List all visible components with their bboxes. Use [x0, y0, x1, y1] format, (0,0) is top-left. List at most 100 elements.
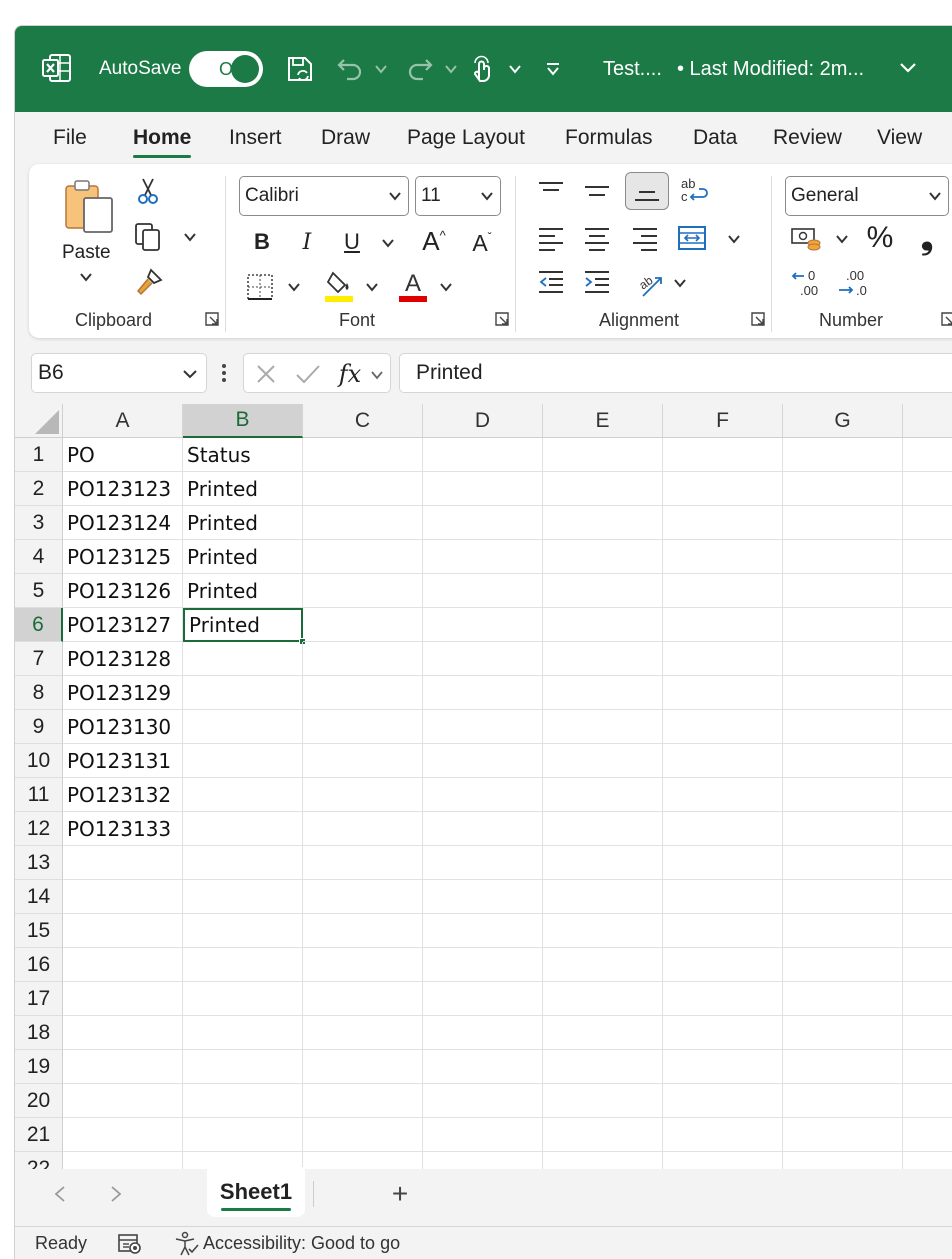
cell[interactable] — [63, 1084, 183, 1118]
cell[interactable] — [63, 914, 183, 948]
cell[interactable] — [903, 574, 952, 608]
italic-icon[interactable]: I — [292, 226, 322, 258]
cell[interactable] — [783, 574, 903, 608]
cell[interactable] — [303, 880, 423, 914]
cell[interactable] — [663, 1050, 783, 1084]
cell[interactable] — [303, 438, 423, 472]
row-header[interactable]: 5 — [15, 574, 63, 608]
font-launcher-icon[interactable] — [495, 312, 509, 326]
underline-dropdown-icon[interactable] — [379, 234, 397, 252]
cell[interactable] — [543, 676, 663, 710]
confirm-entry-icon[interactable] — [294, 362, 322, 386]
cell[interactable] — [783, 880, 903, 914]
cell[interactable]: PO123129 — [63, 676, 183, 710]
tab-formulas[interactable]: Formulas — [565, 126, 653, 150]
cell[interactable] — [903, 812, 952, 846]
cell[interactable]: PO123131 — [63, 744, 183, 778]
cell[interactable] — [903, 438, 952, 472]
paste-dropdown-icon[interactable] — [77, 268, 95, 286]
cell[interactable] — [303, 1016, 423, 1050]
cell[interactable] — [183, 982, 303, 1016]
middle-align-icon[interactable] — [581, 176, 613, 208]
cell[interactable] — [423, 812, 543, 846]
cell[interactable] — [183, 948, 303, 982]
cell[interactable] — [183, 846, 303, 880]
touch-mode-icon[interactable] — [465, 52, 499, 86]
cell[interactable] — [423, 676, 543, 710]
cell[interactable] — [423, 574, 543, 608]
cell[interactable]: Printed — [183, 506, 303, 540]
cell[interactable] — [423, 506, 543, 540]
cell[interactable] — [543, 608, 663, 642]
orientation-dropdown-icon[interactable] — [671, 274, 689, 292]
formula-bar-grip-icon[interactable] — [215, 360, 233, 386]
cell[interactable] — [663, 676, 783, 710]
macro-recording-icon[interactable] — [117, 1231, 143, 1257]
column-header[interactable]: C — [303, 404, 423, 438]
cell[interactable] — [663, 472, 783, 506]
cell[interactable] — [903, 778, 952, 812]
row-header[interactable]: 17 — [15, 982, 63, 1016]
cell[interactable]: PO123123 — [63, 472, 183, 506]
increase-decimal-icon[interactable]: 0.00 — [789, 266, 823, 300]
copy-dropdown-icon[interactable] — [181, 228, 199, 246]
touch-dropdown-icon[interactable] — [507, 61, 523, 77]
cell[interactable] — [663, 1084, 783, 1118]
cell[interactable] — [303, 982, 423, 1016]
cell[interactable] — [663, 710, 783, 744]
cell[interactable] — [903, 642, 952, 676]
cell[interactable] — [63, 1152, 183, 1169]
row-header[interactable]: 3 — [15, 506, 63, 540]
cell[interactable] — [423, 948, 543, 982]
borders-dropdown-icon[interactable] — [285, 278, 303, 296]
undo-dropdown-icon[interactable] — [373, 61, 389, 77]
cell[interactable] — [183, 642, 303, 676]
cell[interactable]: PO — [63, 438, 183, 472]
cell[interactable] — [663, 642, 783, 676]
cell[interactable] — [783, 438, 903, 472]
tab-file[interactable]: File — [53, 126, 87, 150]
decrease-font-size-icon[interactable]: Aˇ — [465, 226, 499, 260]
row-header[interactable]: 8 — [15, 676, 63, 710]
cell[interactable] — [543, 1152, 663, 1169]
cell[interactable] — [663, 880, 783, 914]
column-header[interactable]: A — [63, 404, 183, 438]
cell[interactable] — [423, 642, 543, 676]
cell[interactable] — [903, 846, 952, 880]
accounting-format-icon[interactable] — [789, 222, 823, 254]
save-sync-icon[interactable] — [283, 52, 317, 86]
cell[interactable] — [903, 472, 952, 506]
cell[interactable] — [183, 812, 303, 846]
cell[interactable] — [903, 914, 952, 948]
cell[interactable] — [783, 608, 903, 642]
column-header[interactable]: D — [423, 404, 543, 438]
cell[interactable] — [663, 982, 783, 1016]
cell[interactable] — [543, 574, 663, 608]
cell[interactable] — [783, 914, 903, 948]
cell[interactable] — [783, 778, 903, 812]
number-format-combo[interactable]: General — [785, 176, 949, 216]
cell[interactable] — [663, 1016, 783, 1050]
orientation-icon[interactable]: ab — [633, 266, 667, 300]
cell[interactable] — [303, 1050, 423, 1084]
cell[interactable]: Printed — [183, 574, 303, 608]
row-header[interactable]: 12 — [15, 812, 63, 846]
row-header[interactable]: 7 — [15, 642, 63, 676]
row-header[interactable]: 16 — [15, 948, 63, 982]
row-header[interactable]: 10 — [15, 744, 63, 778]
cell[interactable] — [783, 1084, 903, 1118]
decrease-indent-icon[interactable] — [535, 266, 567, 298]
column-header[interactable]: E — [543, 404, 663, 438]
cell[interactable] — [783, 1118, 903, 1152]
insert-function-icon[interactable]: fx — [334, 358, 366, 390]
row-header[interactable]: 11 — [15, 778, 63, 812]
cell[interactable] — [183, 710, 303, 744]
font-name-dropdown-icon[interactable] — [388, 189, 402, 203]
cell[interactable] — [423, 982, 543, 1016]
cell[interactable] — [423, 880, 543, 914]
function-dropdown-icon[interactable] — [368, 366, 386, 384]
cell[interactable] — [663, 948, 783, 982]
align-left-icon[interactable] — [535, 222, 567, 254]
decrease-decimal-icon[interactable]: .00.0 — [835, 266, 869, 300]
cell[interactable] — [423, 1118, 543, 1152]
